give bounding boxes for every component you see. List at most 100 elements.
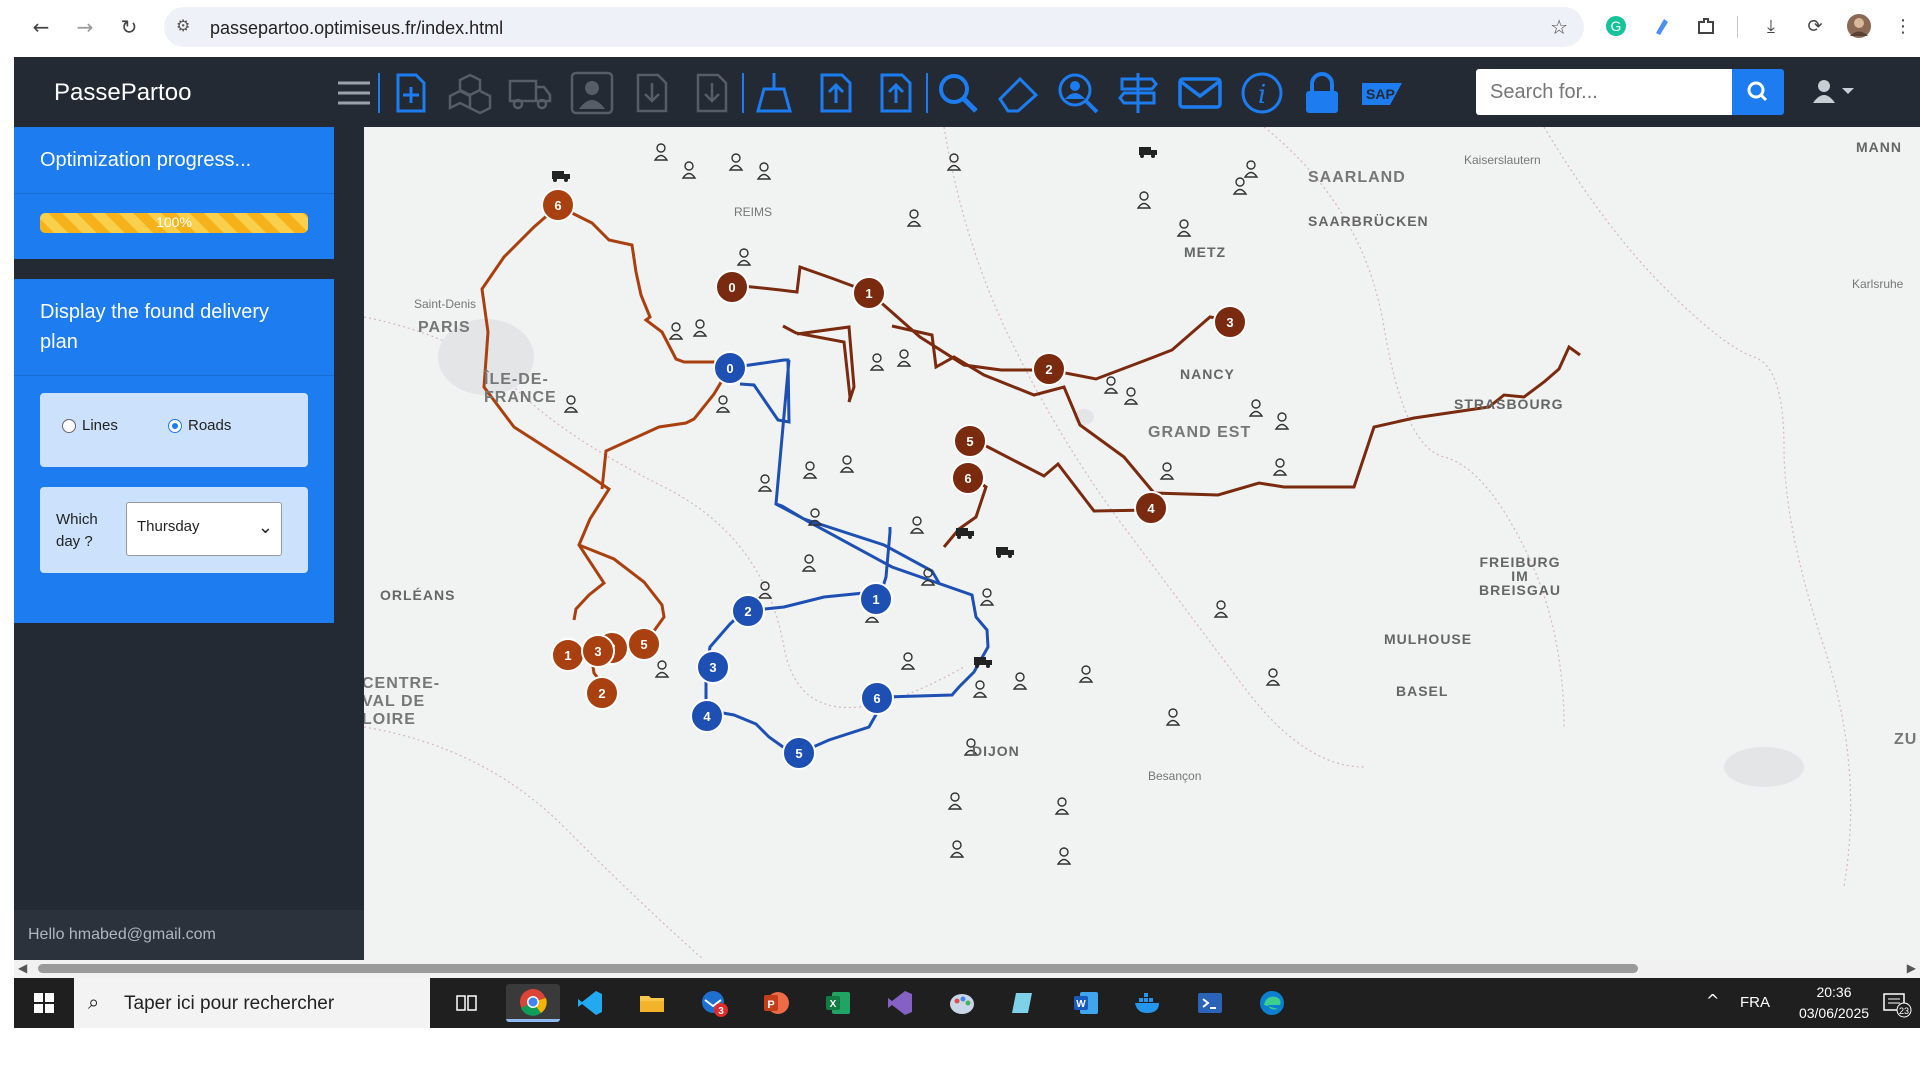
route-blue[interactable] [704, 358, 990, 753]
customer-icon [1136, 191, 1152, 209]
customer-icon [1265, 668, 1281, 686]
day-select[interactable]: Thursday ⌄ [126, 502, 282, 556]
broom-icon[interactable] [752, 71, 796, 115]
city-label: MANN [1856, 139, 1902, 155]
radio-lines-label: Lines [82, 417, 118, 434]
display-plan-title: Display the found delivery plan [40, 301, 270, 353]
thunderbird-badge: 3 [718, 1006, 724, 1017]
app-window: PassePartoo i SAP Optimization [14, 57, 1920, 960]
truck-icon [508, 79, 552, 110]
scroll-right-icon[interactable]: ▶ [1907, 961, 1916, 975]
search-input[interactable] [1476, 69, 1734, 115]
customer-icon [906, 209, 922, 227]
user-menu-dropdown[interactable] [1810, 77, 1860, 107]
city-label: GRAND EST [1148, 424, 1252, 441]
taskbar-clock[interactable]: 20:36 03/06/2025 [1774, 982, 1894, 1024]
city-label: MULHOUSE [1384, 631, 1473, 647]
customer-icon [1272, 458, 1288, 476]
upload-file-icon[interactable] [814, 71, 858, 115]
route-brown-east[interactable] [731, 264, 1233, 548]
taskbar-app-excel[interactable]: X [818, 984, 858, 1022]
upload-file-2-icon[interactable] [874, 71, 918, 115]
sap-icon[interactable]: SAP [1360, 71, 1404, 115]
scrollbar-thumb[interactable] [38, 964, 1638, 973]
map-canvas[interactable] [364, 127, 1920, 960]
customer-icon [801, 554, 817, 572]
city-label: FREIBURG IM BREISGAU [1479, 554, 1561, 598]
customer-icon [736, 248, 752, 266]
customer-icon [756, 162, 772, 180]
taskbar-app-notepad[interactable] [1004, 984, 1044, 1022]
reload-icon[interactable]: ↻ [114, 12, 144, 42]
performance-icon[interactable]: ⟳ [1802, 13, 1828, 39]
add-document-icon[interactable] [388, 71, 432, 115]
taskbar-app-thunderbird[interactable]: 3 [694, 984, 734, 1022]
customer-icon [1056, 847, 1072, 865]
task-view-button[interactable] [446, 984, 486, 1022]
taskbar-app-paint[interactable] [942, 984, 982, 1022]
tray-overflow-icon[interactable]: ^ [1706, 991, 1719, 1010]
customer-icon [1012, 672, 1028, 690]
site-info-icon[interactable]: ⚙ [176, 16, 190, 35]
taskbar-app-word[interactable]: W [1066, 984, 1106, 1022]
star-icon[interactable]: ☆ [1550, 15, 1568, 39]
taskbar-app-file-explorer[interactable] [632, 984, 672, 1022]
city-label: METZ [1184, 244, 1227, 260]
windows-start-button[interactable] [14, 978, 74, 1028]
svg-text:W: W [1076, 999, 1086, 1010]
profile-avatar[interactable] [1846, 13, 1872, 39]
app-brand[interactable]: PassePartoo [54, 79, 191, 107]
customer-icon [715, 395, 731, 413]
radio-roads-indicator[interactable] [168, 418, 182, 433]
taskbar-search-placeholder: Taper ici pour rechercher [124, 993, 335, 1014]
day-label: Which day ? [56, 511, 98, 550]
notification-count: 23 [1899, 1006, 1909, 1016]
route-dark-brown-main[interactable] [782, 324, 856, 403]
svg-text:P: P [767, 999, 774, 1011]
radio-roads[interactable]: Roads [168, 417, 231, 434]
customer-markers[interactable] [563, 143, 1290, 865]
address-bar[interactable]: ⚙ passepartoo.optimiseus.fr/index.html ☆ [164, 7, 1584, 47]
info-icon[interactable]: i [1240, 71, 1284, 115]
download-icon[interactable]: ⤓ [1758, 13, 1784, 39]
taskbar-app-vscode[interactable] [570, 984, 610, 1022]
search-icon: ⌕ [88, 990, 100, 1014]
horizontal-scrollbar[interactable]: ◀ ▶ [14, 960, 1920, 978]
extensions-puzzle-icon[interactable] [1693, 13, 1719, 39]
search-icon[interactable] [936, 71, 980, 115]
envelope-icon[interactable] [1178, 71, 1222, 115]
url-text: passepartoo.optimiseus.fr/index.html [210, 18, 504, 38]
scroll-left-icon[interactable]: ◀ [18, 961, 27, 975]
city-label: REIMS [734, 205, 773, 219]
radio-lines[interactable]: Lines [62, 417, 118, 434]
toolbar-separator [926, 73, 928, 113]
notification-center[interactable]: 23 [1882, 990, 1912, 1018]
city-label: Kaiserslautern [1464, 153, 1541, 167]
lock-icon[interactable] [1300, 71, 1344, 115]
back-icon[interactable]: ← [26, 12, 56, 42]
customer-icon [1243, 160, 1259, 178]
powerpoint-icon: P [764, 992, 789, 1014]
browser-menu-icon[interactable]: ⋮ [1890, 13, 1916, 39]
taskbar-search[interactable]: ⌕ Taper ici pour rechercher [74, 978, 430, 1028]
taskbar-app-edge[interactable] [1252, 984, 1292, 1022]
signpost-icon[interactable] [1116, 71, 1160, 115]
grammarly-icon[interactable]: G [1603, 13, 1629, 39]
zoom-person-icon[interactable] [1056, 71, 1100, 115]
language-indicator[interactable]: FRA [1740, 994, 1770, 1011]
taskbar-app-powerpoint[interactable]: P [756, 984, 796, 1022]
hamburger-menu-icon[interactable] [332, 71, 376, 115]
route-brown-west[interactable] [480, 204, 734, 694]
radio-lines-indicator[interactable] [62, 418, 76, 433]
forward-icon[interactable]: → [70, 12, 100, 42]
map-view[interactable]: REIMS PARIS Saint-Denis ÎLE-DE-FRANCE OR… [364, 127, 1920, 960]
taskbar-app-docker[interactable] [1128, 984, 1168, 1022]
chrome-icon [520, 988, 547, 1016]
taskbar-app-chrome[interactable] [506, 984, 560, 1022]
taskbar-app-terminal[interactable] [1190, 984, 1230, 1022]
terrain [438, 319, 1804, 787]
taskbar-app-visual-studio[interactable] [880, 984, 920, 1022]
search-button[interactable] [1732, 69, 1784, 115]
extension-pen-icon[interactable] [1648, 13, 1674, 39]
eraser-icon[interactable] [996, 71, 1040, 115]
